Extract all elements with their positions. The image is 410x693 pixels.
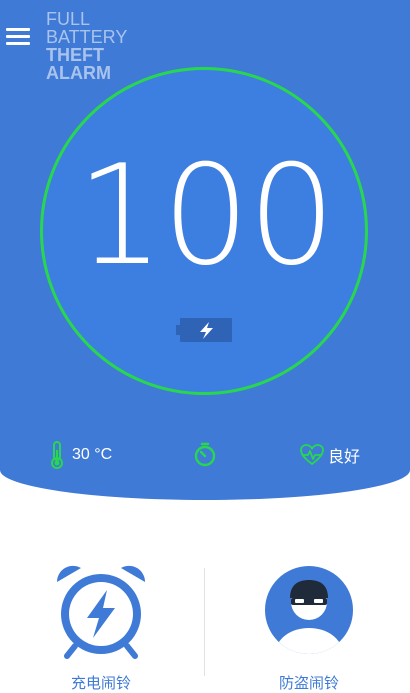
logo-line-1: FULL	[46, 9, 91, 29]
app-logo: FULL BATTERY THEFT ALARM	[46, 10, 156, 82]
heart-pulse-icon	[300, 444, 324, 466]
charging-battery-icon	[176, 318, 232, 342]
health-value: 良好	[328, 449, 361, 466]
theft-alarm-button[interactable]: 防盗闹铃	[259, 560, 359, 692]
menu-icon	[6, 28, 30, 31]
menu-icon-bar	[6, 42, 30, 45]
thief-icon	[265, 566, 353, 654]
alarm-clock-icon	[56, 565, 146, 659]
health-stat: 良好	[300, 440, 360, 470]
timer-icon[interactable]	[192, 442, 218, 468]
logo-line-3: THEFT	[46, 45, 104, 65]
stats-row: 30 °C 良好	[0, 440, 410, 470]
header-panel: FULL BATTERY THEFT ALARM 100 30 °C 良好	[0, 0, 410, 500]
temperature-stat: 30 °C	[48, 440, 112, 470]
menu-icon-bar	[6, 35, 30, 38]
temperature-value: 30 °C	[72, 446, 113, 463]
battery-level: 100	[76, 135, 335, 296]
menu-button[interactable]	[6, 28, 32, 46]
thermometer-icon	[51, 441, 63, 469]
feature-divider	[204, 568, 205, 676]
charge-alarm-button[interactable]: 充电闹铃	[51, 560, 151, 692]
logo-line-2: BATTERY	[46, 27, 128, 47]
